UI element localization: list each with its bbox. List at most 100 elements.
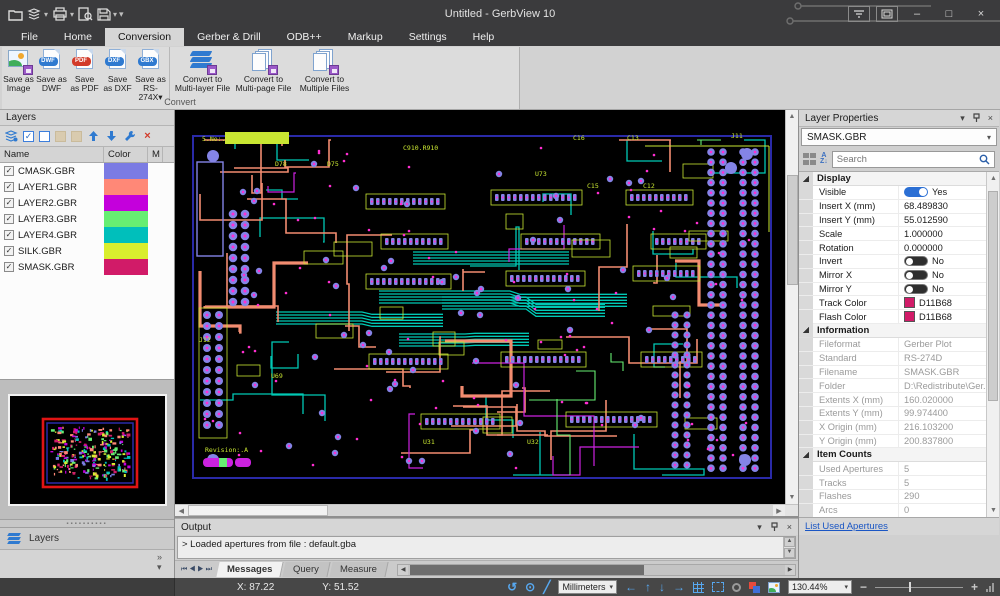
toggle-on[interactable] <box>904 187 928 197</box>
layer-wrench-icon[interactable] <box>123 130 136 143</box>
section-expander-icon[interactable] <box>803 176 809 182</box>
sort-az-icon[interactable]: AZ↓ <box>820 153 828 165</box>
canvas-vertical-scrollbar[interactable]: ▲ ▼ <box>785 110 798 504</box>
pan-down-icon[interactable]: ↓ <box>659 581 665 593</box>
toggle-off[interactable] <box>904 270 928 280</box>
layer-visibility-checkbox[interactable]: ✓ <box>4 166 14 176</box>
ribbon-button-save-as-dwf[interactable]: DWFSave as DWF <box>35 47 68 96</box>
property-row-filename[interactable]: FilenameSMASK.GBR <box>799 366 986 380</box>
color-swatch[interactable] <box>904 297 915 308</box>
property-row-flashes[interactable]: Flashes290 <box>799 490 986 504</box>
output-tab-query[interactable]: Query <box>283 562 331 577</box>
layer-row-cmask-gbr[interactable]: ✓CMASK.GBR <box>0 163 174 179</box>
panel-splitter-handle[interactable]: ▪▪▪▪▪▪▪▪▪▪ <box>0 519 174 528</box>
ribbon-button-save-as-image[interactable]: Save as Image <box>2 47 35 96</box>
output-scrollbar[interactable]: ▲▼ <box>783 537 795 558</box>
property-row-track-color[interactable]: Track ColorD11B68 <box>799 296 986 310</box>
scroll-down-icon[interactable]: ▼ <box>786 491 799 504</box>
layer-color-swatch[interactable] <box>104 179 148 195</box>
output-scroll-left-icon[interactable]: ◀ <box>398 566 408 573</box>
property-row-folder[interactable]: FolderD:\Redistribute\Ger... <box>799 379 986 393</box>
move-layer-down-icon[interactable] <box>105 130 118 143</box>
property-row-scale[interactable]: Scale1.000000 <box>799 227 986 241</box>
property-row-arcs[interactable]: Arcs0 <box>799 504 986 517</box>
menu-tab-help[interactable]: Help <box>460 28 508 46</box>
menu-tab-conversion[interactable]: Conversion <box>105 28 184 46</box>
zoom-dropdown[interactable]: 130.44%▾ <box>788 580 852 594</box>
move-layer-up-icon[interactable] <box>87 130 100 143</box>
toggle-off[interactable] <box>904 284 928 294</box>
uncheck-all-layers-icon[interactable] <box>39 131 50 142</box>
zoom-slider[interactable] <box>875 580 963 594</box>
ribbon-button-save-as-dxf[interactable]: DXFSave as DXF <box>101 47 134 96</box>
save-as-icon[interactable] <box>97 8 111 21</box>
layer-row-silk-gbr[interactable]: ✓SILK.GBR <box>0 243 174 259</box>
search-input[interactable] <box>837 154 979 165</box>
output-tab-messages[interactable]: Messages <box>216 562 284 577</box>
property-row-invert[interactable]: InvertNo <box>799 255 986 269</box>
pcb-canvas[interactable]: 5.No:.1D78D75C910.R910U73C16C13J11C15C12… <box>175 110 785 504</box>
section-expander-icon[interactable] <box>803 327 809 333</box>
undo-view-icon[interactable]: ↺ <box>507 581 517 593</box>
scroll-right-icon[interactable]: ▶ <box>773 505 786 516</box>
menu-tab-file[interactable]: File <box>8 28 51 46</box>
grid-toggle-icon[interactable] <box>693 582 704 593</box>
property-row-x-origin-mm-[interactable]: X Origin (mm)216.103200 <box>799 421 986 435</box>
property-row-visible[interactable]: VisibleYes <box>799 186 986 200</box>
color-scheme-icon[interactable] <box>749 582 760 593</box>
ribbon-button-save-as-pdf[interactable]: PDFSave as PDF <box>68 47 101 96</box>
list-used-apertures-link[interactable]: List Used Apertures <box>805 521 888 532</box>
output-hscroll-thumb[interactable] <box>410 565 644 575</box>
layer-visibility-checkbox[interactable]: ✓ <box>4 246 14 256</box>
pan-up-icon[interactable]: ↑ <box>645 581 651 593</box>
layer-color-swatch[interactable] <box>104 163 148 179</box>
ribbon-button-save-as-rs-274x[interactable]: GBXSave as RS-274X▾ <box>134 47 167 96</box>
property-row-tracks[interactable]: Tracks5 <box>799 476 986 490</box>
properties-scrollbar[interactable]: ▲ ▼ <box>986 172 999 517</box>
menu-tab-markup[interactable]: Markup <box>335 28 396 46</box>
property-row-mirror-x[interactable]: Mirror XNo <box>799 269 986 283</box>
layer-color-swatch[interactable] <box>104 227 148 243</box>
layer-visibility-checkbox[interactable]: ✓ <box>4 262 14 272</box>
measure-line-icon[interactable]: ╱ <box>543 581 550 593</box>
property-row-extents-y-mm-[interactable]: Extents Y (mm)99.974400 <box>799 407 986 421</box>
property-row-flash-color[interactable]: Flash ColorD11B68 <box>799 310 986 324</box>
scroll-up-icon[interactable]: ▲ <box>786 110 799 123</box>
property-row-fileformat[interactable]: FileformatGerber Plot <box>799 338 986 352</box>
property-row-mirror-y[interactable]: Mirror YNo <box>799 283 986 297</box>
property-search[interactable] <box>832 151 995 168</box>
layers-tab[interactable]: Layers <box>0 528 174 550</box>
prop-scroll-down-icon[interactable]: ▼ <box>987 504 999 517</box>
aperture-icon[interactable] <box>732 583 741 592</box>
tab-nav-buttons[interactable]: ⏮ ◀ ▶ ⏭ <box>175 566 218 574</box>
property-section-display[interactable]: Display <box>799 172 986 186</box>
print-preview-icon[interactable] <box>78 7 93 21</box>
property-section-item-counts[interactable]: Item Counts <box>799 448 986 462</box>
prop-scroll-up-icon[interactable]: ▲ <box>987 172 999 185</box>
vscroll-thumb[interactable] <box>787 175 798 285</box>
saveas-dropdown-icon[interactable]: ▾ <box>113 10 117 19</box>
property-row-insert-x-mm-[interactable]: Insert X (mm)68.489830 <box>799 200 986 214</box>
qat-customize-icon[interactable]: ▾ <box>119 9 124 20</box>
snap-circle-icon[interactable]: ⊙ <box>525 581 535 593</box>
menu-tab-home[interactable]: Home <box>51 28 105 46</box>
layer-row-smask-gbr[interactable]: ✓SMASK.GBR <box>0 259 174 275</box>
menu-tab-settings[interactable]: Settings <box>396 28 460 46</box>
units-dropdown[interactable]: Millimeters▾ <box>558 580 617 594</box>
pan-left-icon[interactable]: ← <box>625 581 637 593</box>
property-row-used-apertures[interactable]: Used Apertures5 <box>799 462 986 476</box>
section-expander-icon[interactable] <box>803 452 809 458</box>
color-swatch[interactable] <box>904 311 915 322</box>
save-dropdown-icon[interactable]: ▾ <box>44 10 48 19</box>
layer-color-swatch[interactable] <box>104 259 148 275</box>
property-section-information[interactable]: Information <box>799 324 986 338</box>
save-layers-icon[interactable] <box>27 8 42 21</box>
property-row-rotation[interactable]: Rotation0.000000 <box>799 241 986 255</box>
menu-tab-gerber-drill[interactable]: Gerber & Drill <box>184 28 274 46</box>
zoom-out-icon[interactable]: − <box>860 581 867 593</box>
output-scroll-right-icon[interactable]: ▶ <box>785 566 795 573</box>
scroll-left-icon[interactable]: ◀ <box>175 505 188 516</box>
expand-panels-icon[interactable]: »▾ <box>157 552 162 573</box>
minimize-button[interactable]: – <box>904 5 930 23</box>
property-row-y-origin-mm-[interactable]: Y Origin (mm)200.837800 <box>799 435 986 449</box>
